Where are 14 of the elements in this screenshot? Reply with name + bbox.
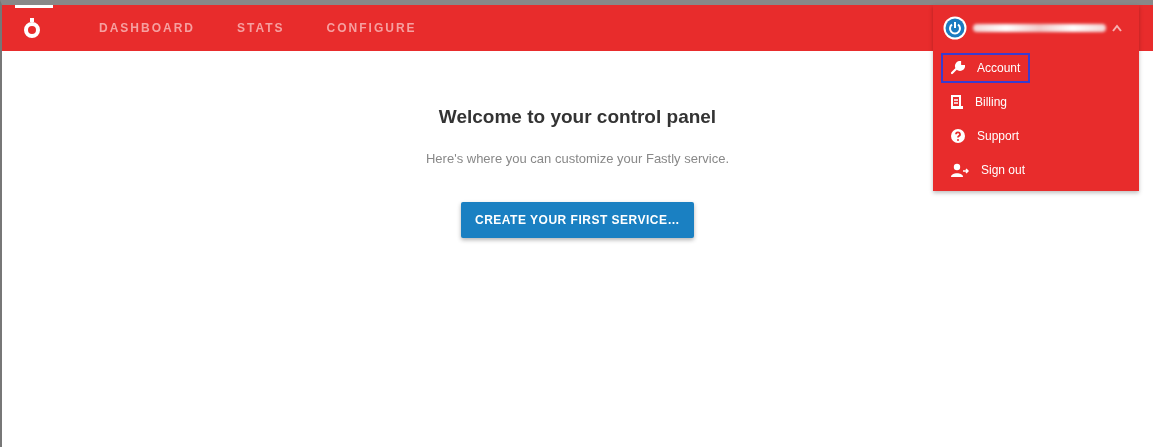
help-icon xyxy=(951,129,965,143)
user-exit-icon xyxy=(951,163,969,177)
page-subtitle: Here's where you can customize your Fastly service. xyxy=(425,149,729,168)
clipboard-icon xyxy=(951,95,963,109)
create-service-button[interactable]: CREATE YOUR FIRST SERVICE… xyxy=(461,202,694,239)
menu-item[interactable]: Account xyxy=(941,53,1031,83)
wrench-icon xyxy=(951,61,965,75)
page-title: Welcome to your control panel xyxy=(438,106,717,129)
menu-item[interactable]: Billing xyxy=(941,87,1017,117)
menu-item[interactable]: Sign out xyxy=(941,155,1036,185)
caret-icon[interactable] xyxy=(1112,24,1122,32)
logo-icon xyxy=(23,18,41,38)
menu-item[interactable]: Support xyxy=(941,121,1030,151)
power-icon xyxy=(943,16,967,40)
